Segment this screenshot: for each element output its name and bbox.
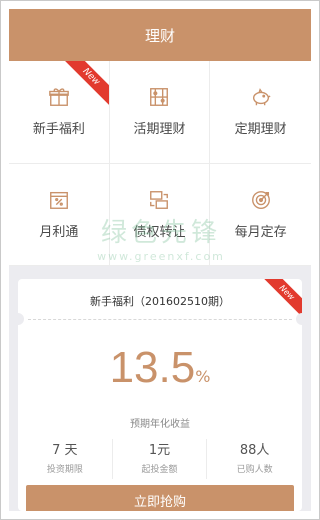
buy-now-button[interactable]: 立即抢购	[26, 485, 294, 511]
grid-item-current-finance[interactable]: 活期理财	[109, 61, 211, 164]
stat-term: 7 天 投资期限	[18, 439, 113, 479]
watermark-url: www.greenxf.com	[97, 250, 225, 263]
grid-item-fixed-finance[interactable]: 定期理财	[210, 61, 311, 164]
grid-item-newbie-welfare[interactable]: New 新手福利	[9, 61, 110, 164]
transfer-icon	[150, 190, 169, 209]
card-notch-left	[18, 313, 24, 325]
stat-label: 起投金额	[141, 465, 178, 475]
rate-label: 预期年化收益	[130, 419, 190, 430]
card-notch-right	[296, 313, 302, 325]
abacus-icon	[150, 88, 169, 107]
target-icon	[251, 190, 270, 209]
dashed-divider	[28, 319, 292, 320]
product-stats: 7 天 投资期限 1元 起投金额 88人 已购人数	[18, 439, 302, 479]
gift-icon	[48, 88, 69, 107]
rate-unit: %	[195, 367, 211, 386]
stat-value: 1元	[148, 443, 171, 458]
stat-min-invest: 1元 起投金额	[113, 439, 208, 479]
stat-value: 88人	[239, 443, 270, 458]
stat-label: 投资期限	[46, 465, 83, 475]
product-card[interactable]: New 新手福利（201602510期） 13.5% 预期年化收益 7 天 投资…	[18, 279, 302, 511]
app-header: 理财	[9, 9, 311, 61]
watermark-text: 绿色先锋	[100, 218, 221, 248]
piggy-bank-icon	[252, 88, 271, 106]
stat-label: 已购人数	[236, 465, 273, 475]
annual-rate: 13.5%	[18, 343, 302, 393]
stat-value: 7 天	[52, 443, 78, 458]
grid-item-label: 新手福利	[32, 122, 85, 138]
grid-item-label: 定期理财	[234, 122, 287, 138]
grid-item-label: 活期理财	[133, 122, 186, 138]
stat-buyers: 88人 已购人数	[207, 439, 302, 479]
watermark: 绿色先锋 www.greenxf.com	[61, 216, 261, 286]
rate-value: 13.5	[109, 343, 196, 392]
percent-calendar-icon	[49, 191, 68, 209]
product-title: 新手福利（201602510期）	[90, 295, 230, 308]
page-title: 理财	[144, 26, 175, 45]
